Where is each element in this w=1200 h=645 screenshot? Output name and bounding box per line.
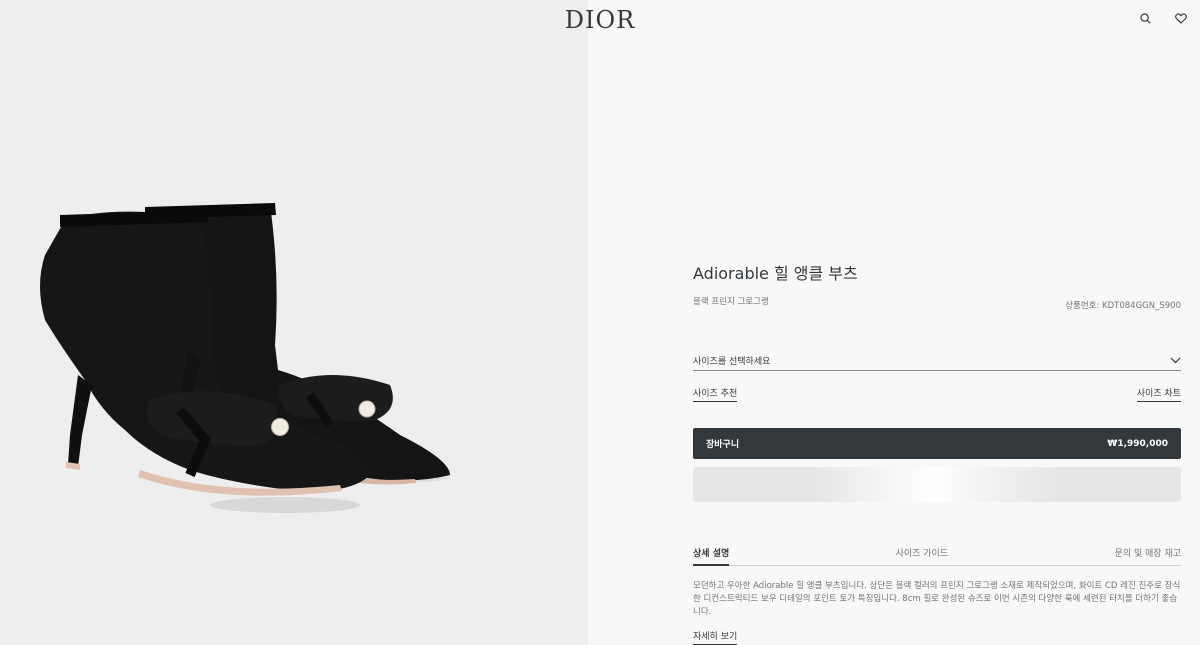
tab-inquiry-stock[interactable]: 문의 및 매장 재고 (1114, 546, 1181, 566)
cart-button-label: 장바구니 (706, 440, 740, 450)
dior-logo[interactable]: DIOR (565, 6, 635, 34)
product-description: 모던하고 우아한 Adiorable 힐 앵클 부츠입니다. 상단은 블랙 컬러… (693, 581, 1181, 617)
size-recommend-link[interactable]: 사이즈 추천 (693, 386, 738, 402)
size-select[interactable]: 사이즈를 선택하세요 (693, 351, 1181, 371)
header-icons (1138, 11, 1188, 25)
size-select-label: 사이즈를 선택하세요 (693, 357, 771, 367)
heart-icon[interactable] (1174, 11, 1188, 25)
search-icon[interactable] (1138, 11, 1152, 25)
express-pay-button[interactable] (693, 467, 1181, 502)
product-meta: 블랙 프린지 그로그랭 상품번호: KDT084GGN_S900 (693, 295, 1181, 311)
product-info-pane: Adiorable 힐 앵클 부츠 블랙 프린지 그로그랭 상품번호: KDT0… (588, 0, 1200, 645)
product-image-pane (0, 0, 588, 645)
product-subtitle: 블랙 프린지 그로그랭 (693, 297, 769, 307)
tab-size-guide[interactable]: 사이즈 가이드 (896, 546, 949, 566)
site-header: DIOR (0, 0, 1200, 40)
product-info: Adiorable 힐 앵클 부츠 블랙 프린지 그로그랭 상품번호: KDT0… (693, 263, 1181, 645)
size-links: 사이즈 추천 사이즈 차트 (693, 386, 1181, 402)
tab-description[interactable]: 상세 설명 (693, 546, 730, 566)
add-to-cart-button[interactable]: 장바구니 ₩1,990,000 (693, 428, 1181, 459)
read-more-link[interactable]: 자세히 보기 (693, 629, 738, 645)
price: ₩1,990,000 (1107, 438, 1168, 449)
product-title: Adiorable 힐 앵클 부츠 (693, 264, 858, 283)
product-image[interactable] (30, 185, 470, 535)
chevron-down-icon (1170, 357, 1181, 364)
size-chart-link[interactable]: 사이즈 차트 (1136, 386, 1181, 402)
detail-tabs: 상세 설명 사이즈 가이드 문의 및 매장 재고 (693, 546, 1181, 566)
product-sku: 상품번호: KDT084GGN_S900 (1065, 301, 1181, 311)
